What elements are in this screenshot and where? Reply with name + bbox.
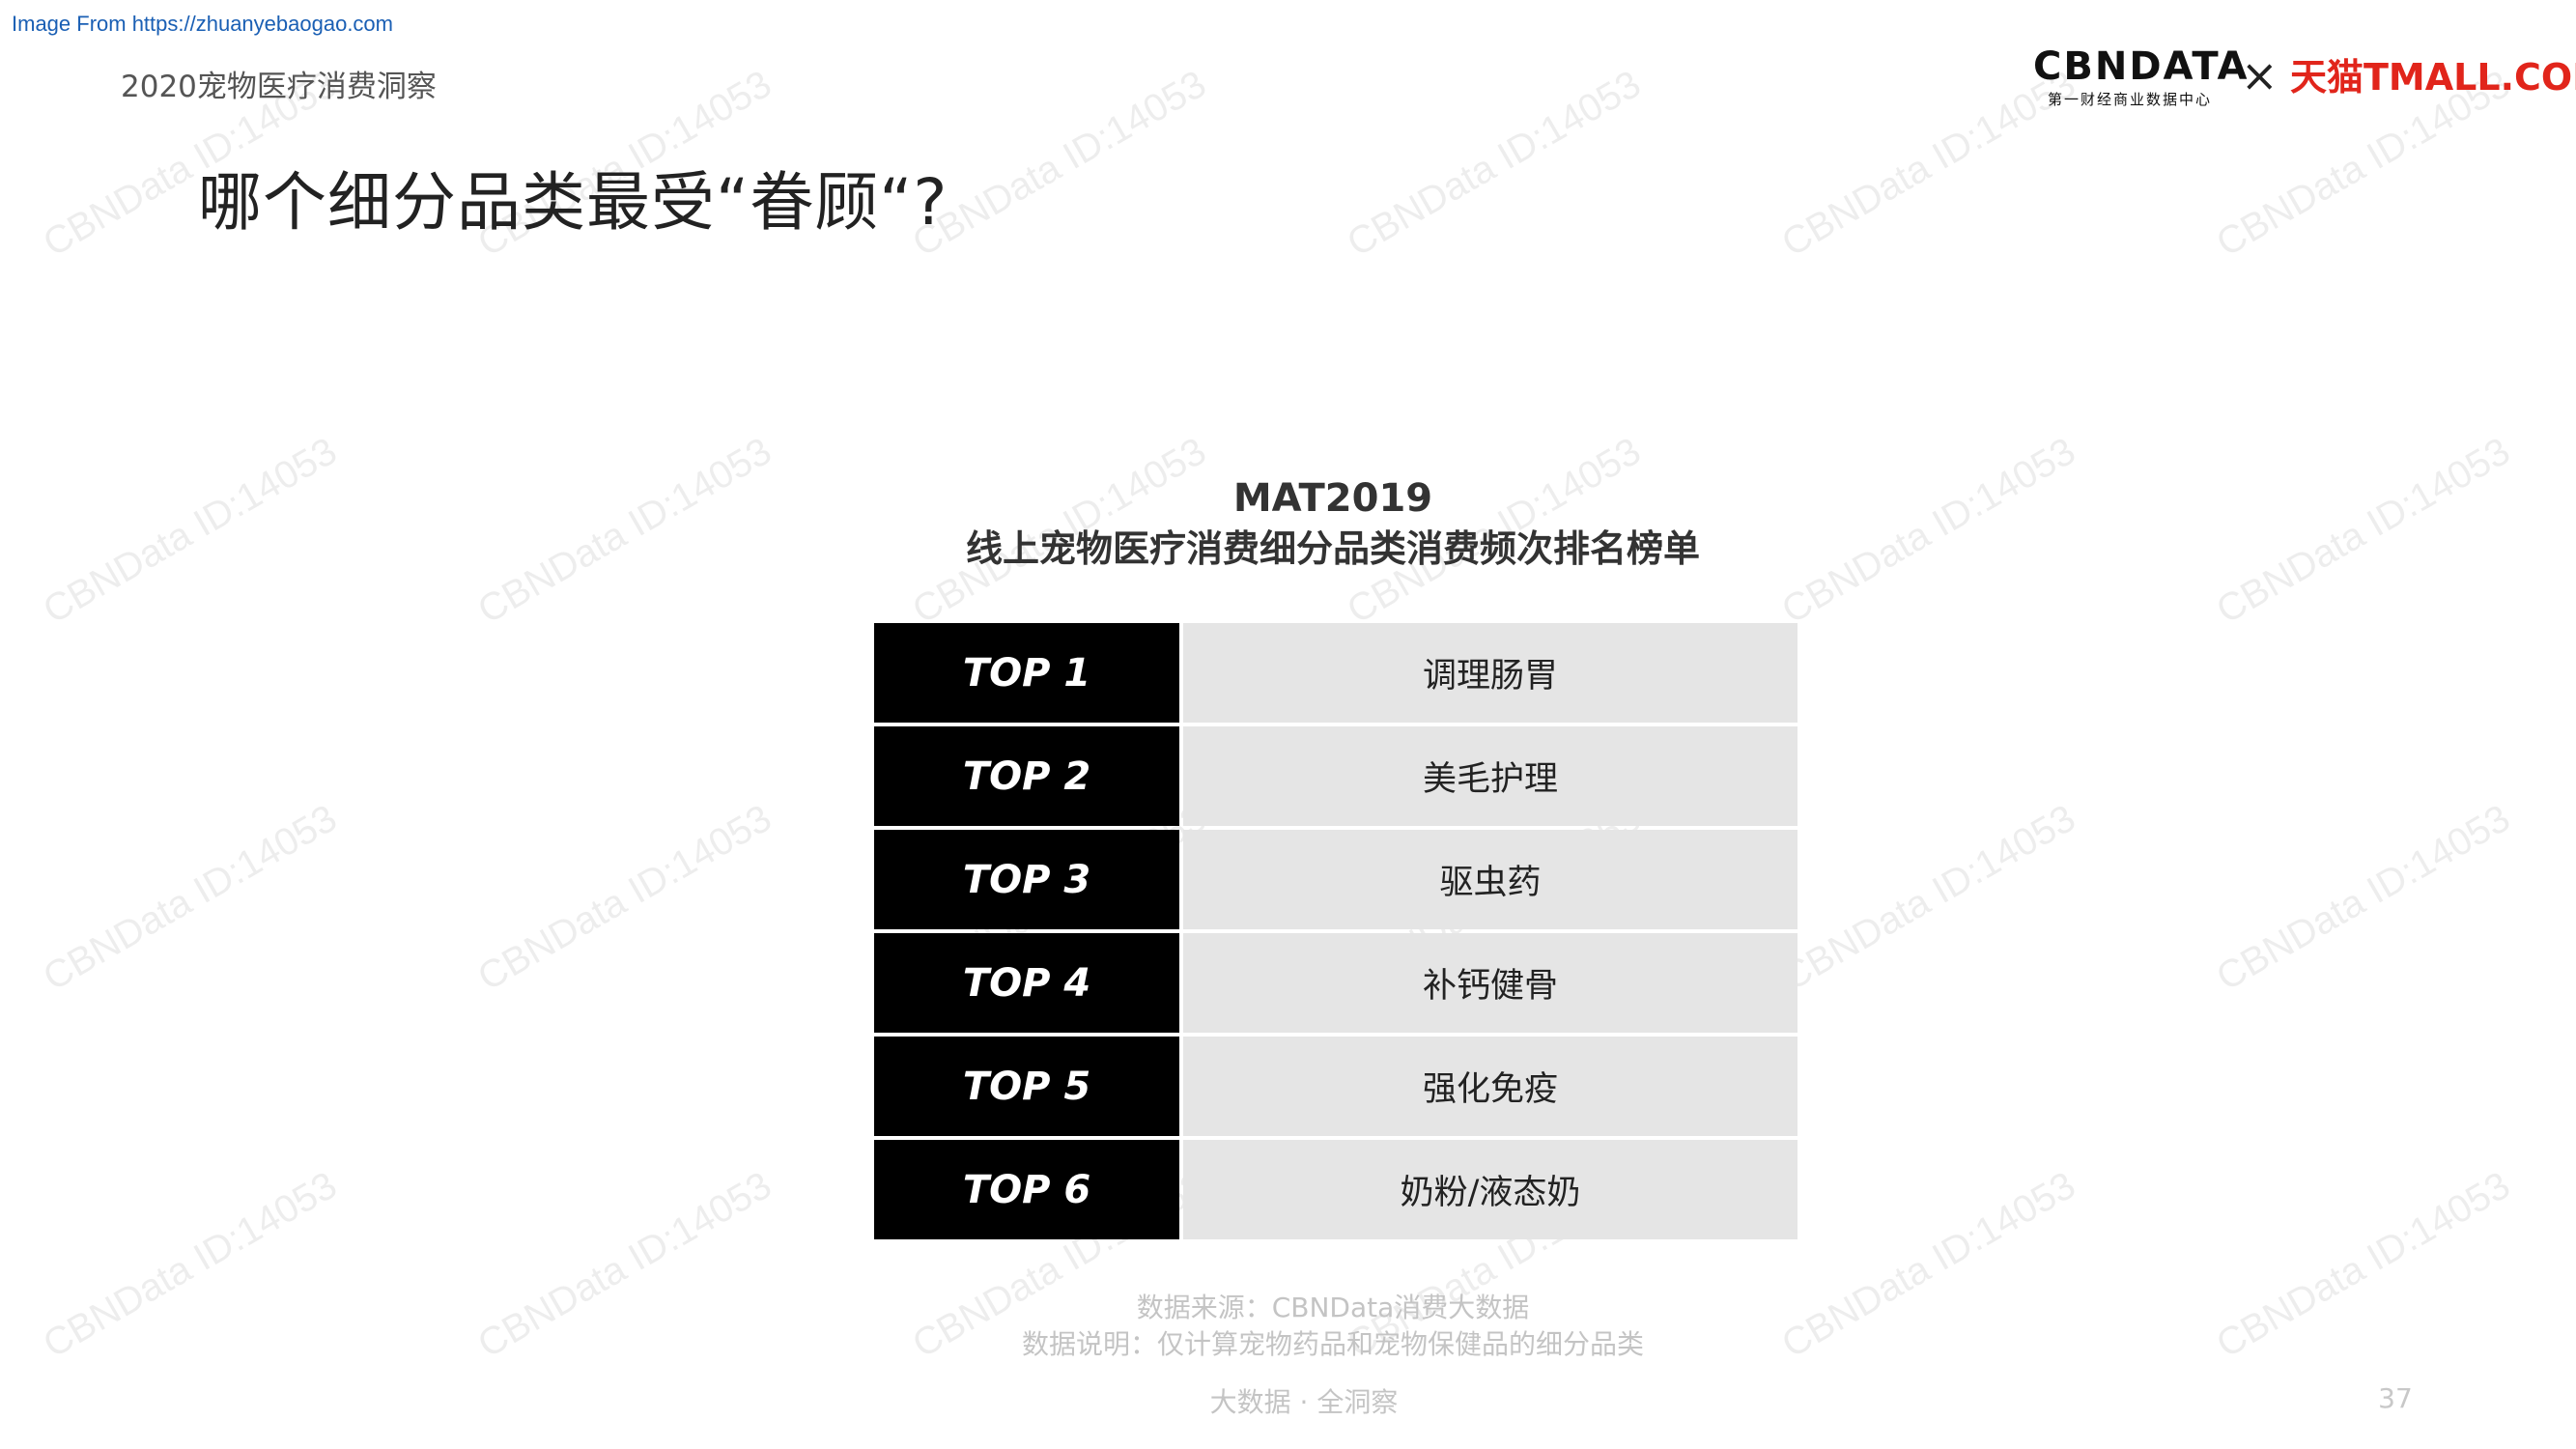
source-link[interactable]: Image From https://zhuanyebaogao.com	[12, 10, 393, 39]
watermark-text: CBNData ID:14053	[470, 1163, 779, 1367]
tmall-logo: 天猫TMALL.COM	[2290, 56, 2576, 99]
data-source-note: 数据来源：CBNData消费大数据 数据说明：仅计算宠物药品和宠物保健品的细分品…	[869, 1290, 1797, 1363]
rank-category: 强化免疫	[1183, 1037, 1798, 1136]
ranking-row: TOP 1 调理肠胃	[874, 623, 1798, 723]
watermark-text: CBNData ID:14053	[2209, 796, 2518, 1000]
rank-category: 驱虫药	[1183, 830, 1798, 929]
watermark-text: CBNData ID:14053	[1774, 796, 2083, 1000]
watermark-text: CBNData ID:14053	[905, 62, 1214, 266]
watermark-text: CBNData ID:14053	[36, 796, 345, 1000]
data-explanation-text: 数据说明：仅计算宠物药品和宠物保健品的细分品类	[1021, 1328, 1644, 1360]
ranking-row: TOP 5 强化免疫	[874, 1037, 1798, 1136]
ranking-row: TOP 6 奶粉/液态奶	[874, 1140, 1798, 1239]
cbndata-logo-subtitle: 第一财经商业数据中心	[2047, 91, 2212, 108]
watermark-text: CBNData ID:14053	[36, 429, 345, 633]
watermark-text: CBNData ID:14053	[1774, 429, 2083, 633]
brand-logos: CBNDATA 第一财经商业数据中心 × 天猫TMALL.COM	[2033, 43, 2576, 121]
footer-tagline: 大数据 · 全洞察	[1209, 1386, 1399, 1418]
watermark-text: CBNData ID:14053	[1774, 1163, 2083, 1367]
ranking-table: TOP 1 调理肠胃 TOP 2 美毛护理 TOP 3 驱虫药 TOP 4 补钙…	[874, 623, 1798, 1243]
rank-category: 补钙健骨	[1183, 933, 1798, 1033]
rank-label: TOP 5	[874, 1037, 1179, 1136]
ranking-row: TOP 2 美毛护理	[874, 726, 1798, 826]
page-number: 37	[2378, 1382, 2413, 1414]
rank-category: 调理肠胃	[1183, 623, 1798, 723]
cbndata-logo-text: CBNDATA	[2033, 44, 2250, 89]
rank-category: 美毛护理	[1183, 726, 1798, 826]
ranking-title-text: 线上宠物医疗消费细分品类消费频次排名榜单	[965, 527, 1700, 570]
ranking-title-period: MAT2019	[1232, 476, 1433, 521]
watermark-text: CBNData ID:14053	[1340, 62, 1649, 266]
collaboration-x-icon: ×	[2241, 49, 2279, 101]
report-title: 2020宠物医疗消费洞察	[121, 70, 437, 104]
watermark-text: CBNData ID:14053	[2209, 429, 2518, 633]
watermark-text: CBNData ID:14053	[2209, 1163, 2518, 1367]
watermark-text: CBNData ID:14053	[470, 429, 779, 633]
rank-label: TOP 1	[874, 623, 1179, 723]
ranking-title: MAT2019 线上宠物医疗消费细分品类消费频次排名榜单	[869, 473, 1797, 574]
data-source-text: 数据来源：CBNData消费大数据	[1136, 1292, 1530, 1323]
watermark-text: CBNData ID:14053	[36, 1163, 345, 1367]
rank-label: TOP 4	[874, 933, 1179, 1033]
rank-label: TOP 3	[874, 830, 1179, 929]
rank-label: TOP 2	[874, 726, 1179, 826]
rank-category: 奶粉/液态奶	[1183, 1140, 1798, 1239]
watermark-text: CBNData ID:14053	[470, 796, 779, 1000]
ranking-row: TOP 3 驱虫药	[874, 830, 1798, 929]
page-heading: 哪个细分品类最受“眷顾“?	[198, 165, 948, 240]
cbndata-logo: CBNDATA 第一财经商业数据中心	[2033, 43, 2250, 109]
rank-label: TOP 6	[874, 1140, 1179, 1239]
ranking-row: TOP 4 补钙健骨	[874, 933, 1798, 1033]
